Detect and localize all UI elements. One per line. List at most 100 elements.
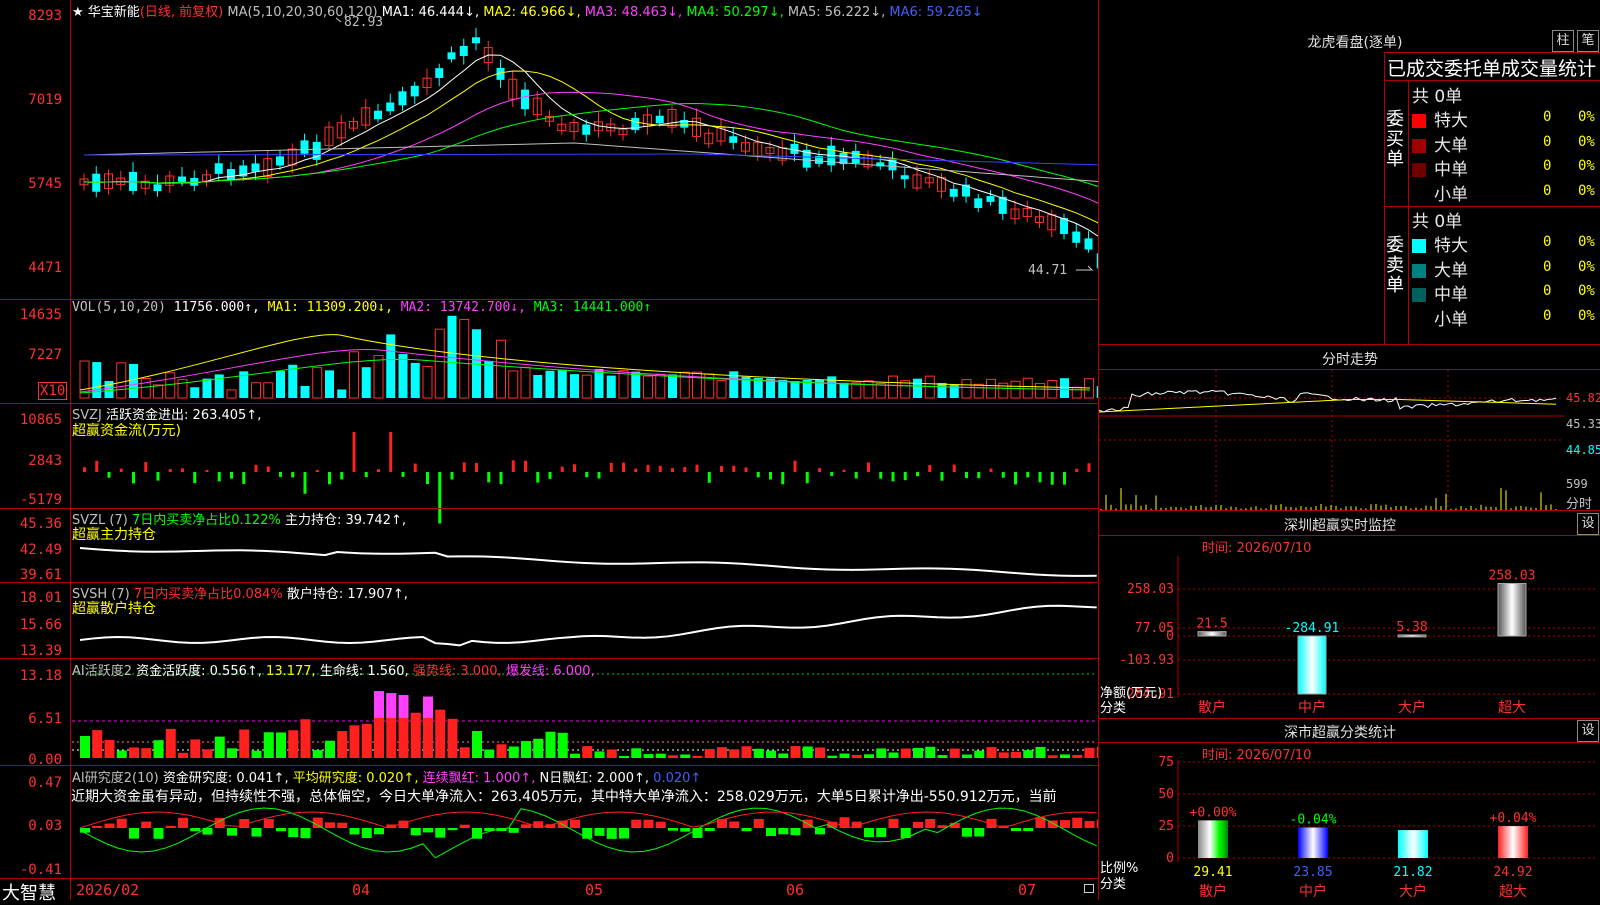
- fund-bar: [119, 468, 123, 472]
- volume-bar: [508, 370, 519, 399]
- fund-bar: [499, 472, 503, 485]
- research-bar: [374, 828, 384, 835]
- sell-row-label: 小单: [1434, 309, 1468, 330]
- monitor-bar: [1397, 634, 1427, 638]
- research-bar: [1084, 821, 1095, 828]
- volume-bar: [202, 378, 212, 398]
- fund-bar: [781, 472, 785, 485]
- brand-label[interactable]: 大智慧: [2, 879, 56, 905]
- ai1-title: AI活跃度2: [72, 664, 132, 679]
- lock-icon[interactable]: [1084, 884, 1094, 893]
- activity-bar: [349, 725, 360, 758]
- candle-body: [790, 143, 799, 154]
- svzj-tick-2: -5179: [19, 492, 62, 508]
- favorite-star-icon[interactable]: ★: [72, 5, 84, 20]
- ma2-line: [83, 70, 1098, 224]
- volume-bar: [104, 380, 114, 398]
- retail-holding-line: [79, 604, 1097, 647]
- volume-bar: [778, 379, 788, 398]
- activity-bar: [227, 748, 237, 758]
- activity-bar: [717, 747, 727, 758]
- activity-bar: [986, 747, 997, 758]
- candle-body: [435, 68, 444, 78]
- sz-class-title: 深市超赢分类统计: [1284, 725, 1396, 741]
- volume-bar: [496, 339, 506, 399]
- fund-bar: [989, 468, 993, 472]
- ma2-value: MA2: 46.966↓,: [483, 5, 581, 20]
- volume-bar: [520, 366, 531, 399]
- volume-bar: [839, 382, 849, 398]
- volume-bar: [618, 370, 629, 399]
- date-label-1: 04: [352, 881, 371, 899]
- activity-bar: [913, 747, 923, 758]
- activity-bar: [190, 739, 201, 758]
- research-bar: [962, 828, 972, 837]
- bar-view-button[interactable]: 柱: [1552, 30, 1574, 52]
- research-bar: [729, 821, 740, 828]
- candle-body: [153, 184, 162, 192]
- ma3-value: MA3: 48.463↓,: [584, 5, 683, 20]
- candle-body: [900, 175, 909, 180]
- tick-view-button[interactable]: 笔: [1577, 30, 1599, 52]
- monitor-y-tick: -103.93: [1119, 653, 1174, 668]
- research-bar: [876, 828, 887, 837]
- minute-price-1: 45.33: [1566, 417, 1600, 431]
- ma6-value: MA6: 59.265↓: [889, 5, 983, 20]
- activity-bar: [129, 747, 139, 758]
- class-change-label: +0.00%: [1190, 805, 1237, 820]
- class-bar: [1498, 826, 1528, 858]
- research-bar: [753, 818, 764, 828]
- candle-body: [410, 85, 419, 97]
- sz-monitor-settings-button[interactable]: 设: [1577, 513, 1599, 535]
- fund-bar: [683, 467, 687, 472]
- ai2-tick-0: 0.47: [28, 775, 62, 791]
- fund-bar: [769, 472, 772, 480]
- ai2-nday-red: N日飘红: 2.000↑,: [539, 771, 650, 786]
- activity-bar: [508, 746, 519, 758]
- candle-body: [276, 156, 284, 166]
- research-bar: [288, 828, 299, 838]
- buy-row-count: 0: [1543, 109, 1552, 125]
- buy-side-label: 委买单: [1386, 109, 1404, 170]
- stock-mode: (日线, 前复权): [139, 5, 224, 20]
- class-bar: [1298, 827, 1328, 858]
- volume-bar: [1035, 383, 1045, 399]
- fund-bar: [205, 469, 209, 472]
- date-label-0: 2026/02: [76, 881, 140, 899]
- sz-class-settings-button[interactable]: 设: [1577, 720, 1599, 742]
- fund-bar: [132, 472, 135, 484]
- research-bar: [165, 825, 176, 828]
- activity-bar: [643, 754, 654, 758]
- minute-chart[interactable]: [1099, 370, 1569, 510]
- research-bar: [631, 819, 642, 828]
- research-bar: [300, 828, 311, 839]
- activity-bar: [410, 712, 421, 758]
- candle-body: [178, 176, 186, 182]
- high-price-mark: 82.93: [344, 15, 384, 30]
- volume-bar: [325, 370, 334, 398]
- lhb-tab[interactable]: 已成交委托单成交量统计: [1387, 54, 1596, 81]
- candle-body: [398, 91, 407, 106]
- volume-bar: [226, 389, 237, 399]
- monitor-bar-label: 258.03: [1489, 568, 1536, 583]
- activity-bar: [496, 744, 507, 758]
- activity-bar: [263, 732, 274, 758]
- ai1-activity: 资金活跃度: 0.556↑,: [136, 664, 262, 679]
- svzl-tick-1: 42.49: [19, 542, 62, 558]
- fund-bar: [879, 472, 883, 479]
- svzl-tick-0: 45.36: [19, 516, 62, 532]
- activity-bar: [937, 755, 948, 758]
- research-bar: [606, 828, 617, 839]
- ai2-avg: 平均研究度: 0.020↑,: [292, 771, 419, 786]
- research-bar: [680, 828, 691, 832]
- activity-bar: [116, 750, 127, 758]
- buy-row-2: 中单: [1412, 155, 1468, 180]
- research-bar: [447, 828, 458, 831]
- activity-bar: [790, 746, 801, 758]
- fund-bar: [340, 472, 344, 480]
- ai2-tick-2: -0.41: [19, 862, 62, 878]
- buy-color-swatch: [1412, 138, 1426, 153]
- fund-bar: [279, 472, 282, 477]
- ai1-tick-1: 6.51: [28, 711, 62, 727]
- fund-bar: [181, 468, 184, 472]
